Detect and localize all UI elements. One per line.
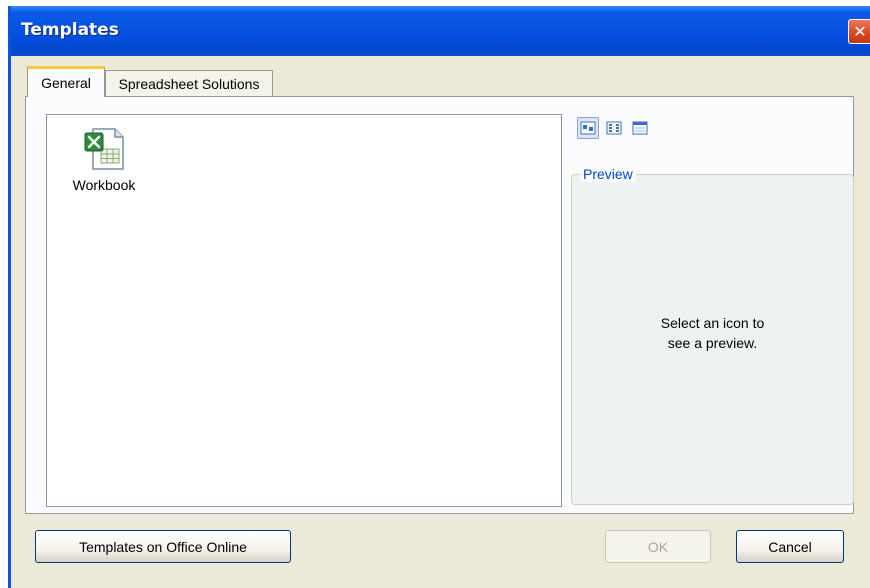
large-icons-view-button[interactable] xyxy=(577,117,599,139)
template-item-workbook[interactable]: Workbook xyxy=(59,123,149,203)
details-view-icon xyxy=(632,121,648,135)
preview-message-line2: see a preview. xyxy=(667,335,758,351)
tab-general-label: General xyxy=(41,75,91,91)
preview-group: Preview Select an icon to see a preview. xyxy=(571,166,854,505)
templates-on-office-online-label: Templates on Office Online xyxy=(79,538,247,555)
ok-button[interactable]: OK xyxy=(605,530,711,563)
templates-on-office-online-button[interactable]: Templates on Office Online xyxy=(35,530,291,563)
close-icon: ✕ xyxy=(853,23,867,41)
excel-workbook-icon xyxy=(84,128,124,170)
template-list[interactable]: Workbook xyxy=(46,114,562,507)
tab-panel: Workbook Preview Select an icon to see a… xyxy=(25,96,854,514)
template-item-label: Workbook xyxy=(72,177,136,193)
view-mode-toolbar xyxy=(577,117,651,139)
dialog-title: Templates xyxy=(21,20,119,40)
tab-spreadsheet-solutions[interactable]: Spreadsheet Solutions xyxy=(105,70,273,96)
large-icons-view-icon xyxy=(580,121,596,135)
templates-dialog: Templates ✕ General Spreadsheet Solution… xyxy=(8,6,870,588)
details-view-button[interactable] xyxy=(629,117,651,139)
preview-legend: Preview xyxy=(580,166,636,182)
ok-label: OK xyxy=(647,538,669,555)
tab-general[interactable]: General xyxy=(27,66,105,97)
list-view-button[interactable] xyxy=(603,117,625,139)
list-view-icon xyxy=(606,121,622,135)
tab-spreadsheet-solutions-label: Spreadsheet Solutions xyxy=(118,75,260,92)
close-button[interactable]: ✕ xyxy=(848,19,870,44)
preview-message-line1: Select an icon to xyxy=(660,315,765,331)
cancel-button[interactable]: Cancel xyxy=(736,530,844,563)
preview-message: Select an icon to see a preview. xyxy=(572,313,853,353)
title-bar[interactable]: Templates ✕ xyxy=(11,6,870,56)
cancel-label: Cancel xyxy=(768,538,812,555)
